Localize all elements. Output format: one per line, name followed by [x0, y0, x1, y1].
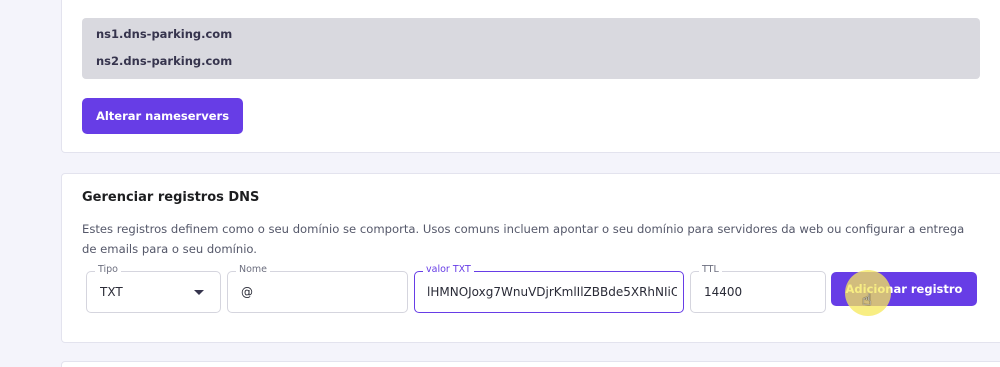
- chevron-down-icon: [194, 290, 204, 295]
- ttl-field[interactable]: TTL 14400: [690, 264, 826, 313]
- pointer-hand-icon: ☝: [862, 290, 872, 309]
- ttl-label: TTL: [699, 264, 722, 275]
- ttl-value: 14400: [704, 285, 743, 299]
- name-label: Nome: [236, 264, 271, 275]
- type-value: TXT: [100, 285, 123, 299]
- txt-value-label: valor TXT: [423, 264, 474, 275]
- nameservers-list: ns1.dns-parking.com ns2.dns-parking.com: [82, 18, 980, 79]
- txt-value-value: lHMNOJoxg7WnuVDjrKmlIlZBBde5XRhNIiOhg: [427, 285, 677, 299]
- change-nameservers-button[interactable]: Alterar nameservers: [82, 98, 243, 134]
- type-select[interactable]: Tipo TXT: [86, 264, 221, 313]
- next-card: [61, 361, 1000, 367]
- name-value: @: [241, 285, 253, 299]
- name-field[interactable]: Nome @: [227, 264, 408, 313]
- nameserver-item: ns2.dns-parking.com: [96, 54, 233, 68]
- nameservers-card: ns1.dns-parking.com ns2.dns-parking.com …: [61, 0, 1000, 153]
- dns-records-card: Gerenciar registros DNS Estes registros …: [61, 173, 1000, 343]
- type-label: Tipo: [95, 264, 121, 275]
- dns-section-title: Gerenciar registros DNS: [82, 190, 260, 205]
- dns-section-description: Estes registros definem como o seu domín…: [82, 222, 965, 256]
- nameserver-item: ns1.dns-parking.com: [96, 27, 233, 41]
- txt-value-field[interactable]: valor TXT lHMNOJoxg7WnuVDjrKmlIlZBBde5XR…: [414, 264, 684, 313]
